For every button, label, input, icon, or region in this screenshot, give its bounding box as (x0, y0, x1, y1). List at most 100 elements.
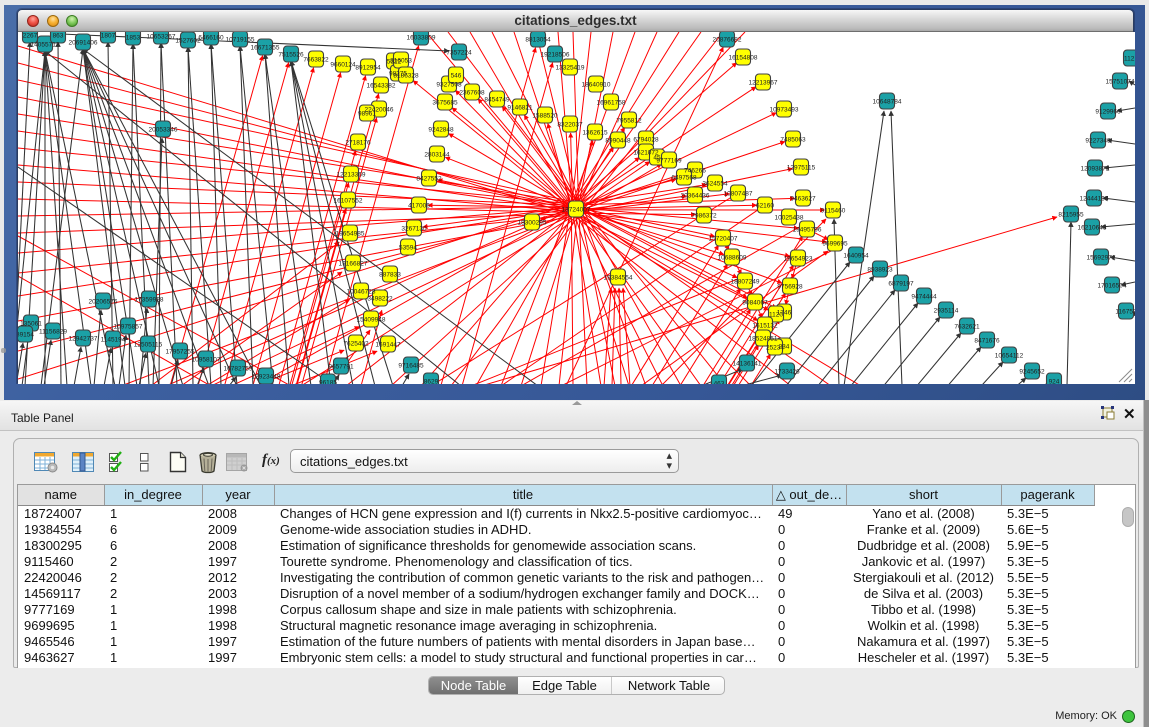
svg-text:3675685: 3675685 (432, 100, 458, 107)
svg-text:19384554: 19384554 (604, 275, 633, 282)
svg-text:1691447: 1691447 (375, 342, 401, 349)
svg-text:7357224: 7357224 (446, 50, 472, 57)
svg-text:18807249: 18807249 (731, 279, 760, 286)
svg-text:8322037: 8322037 (557, 122, 583, 129)
svg-text:10719155: 10719155 (226, 37, 255, 44)
svg-text:12505115: 12505115 (134, 342, 163, 349)
svg-text:19166827: 19166827 (339, 261, 368, 268)
svg-text:17016504: 17016504 (1098, 283, 1127, 290)
svg-text:16671355: 16671355 (251, 45, 280, 52)
svg-text:39154: 39154 (18, 332, 34, 339)
svg-text:9129966: 9129966 (1095, 109, 1121, 116)
svg-text:8186328: 8186328 (393, 73, 419, 80)
svg-text:16210643: 16210643 (1078, 225, 1107, 232)
svg-text:8938923: 8938923 (867, 267, 893, 274)
svg-text:7663822: 7663822 (303, 57, 329, 64)
svg-text:16033809: 16033809 (407, 35, 436, 42)
svg-text:6794028: 6794028 (633, 137, 659, 144)
svg-text:10688609: 10688609 (718, 255, 747, 262)
svg-text:9242848: 9242848 (428, 127, 454, 134)
svg-text:10648784: 10648784 (873, 99, 902, 106)
svg-text:16107552: 16107552 (334, 198, 363, 205)
svg-text:116753: 116753 (1115, 309, 1135, 316)
svg-text:19654923: 19654923 (784, 256, 813, 263)
svg-text:417006: 417006 (408, 203, 430, 210)
svg-text:96185: 96185 (319, 380, 337, 385)
svg-text:10654112: 10654112 (995, 353, 1024, 360)
svg-text:546: 546 (451, 73, 462, 80)
svg-text:15692971: 15692971 (1087, 255, 1116, 262)
svg-text:8427552: 8427552 (416, 176, 442, 183)
svg-text:9474444: 9474444 (911, 294, 937, 301)
svg-text:816053: 816053 (390, 58, 412, 65)
svg-text:25234: 25234 (766, 345, 784, 352)
svg-text:9657791: 9657791 (328, 364, 354, 371)
svg-text:14055712: 14055712 (31, 42, 60, 49)
svg-text:20206576: 20206576 (89, 299, 118, 306)
svg-text:12923448: 12923448 (252, 374, 281, 381)
svg-text:9146821: 9146821 (507, 105, 533, 112)
svg-text:7986372: 7986372 (691, 213, 717, 220)
svg-text:1733426: 1733426 (774, 369, 800, 376)
svg-text:8215955: 8215955 (1058, 212, 1084, 219)
svg-text:19218506: 19218506 (541, 52, 570, 59)
svg-text:9777169: 9777169 (656, 158, 682, 165)
svg-text:18640910: 18640910 (582, 82, 611, 89)
svg-text:10025438: 10025438 (775, 215, 804, 222)
svg-text:17957255: 17957255 (166, 349, 195, 356)
svg-text:9084067: 9084067 (742, 300, 768, 307)
svg-text:15720407: 15720407 (709, 236, 738, 243)
svg-text:12213967: 12213967 (749, 80, 778, 87)
svg-text:8912954: 8912954 (355, 65, 381, 72)
svg-text:3267130: 3267130 (401, 226, 427, 233)
svg-text:12444195: 12444195 (1080, 196, 1109, 203)
svg-text:10973493: 10973493 (770, 107, 799, 114)
svg-text:6879197: 6879197 (888, 281, 914, 288)
svg-text:13325419: 13325419 (556, 65, 585, 72)
svg-text:9463627: 9463627 (790, 196, 816, 203)
svg-text:1145194: 1145194 (101, 337, 126, 344)
svg-text:20691406: 20691406 (69, 40, 98, 47)
svg-text:8813054: 8813054 (525, 37, 551, 44)
svg-text:12942737: 12942737 (69, 336, 98, 343)
svg-text:463: 463 (714, 381, 725, 385)
svg-text:2267: 2267 (23, 33, 38, 40)
svg-text:8629: 8629 (424, 379, 439, 385)
svg-text:7632621: 7632621 (954, 324, 980, 331)
svg-text:7625402: 7625402 (343, 341, 369, 348)
svg-text:20053346: 20053346 (149, 127, 178, 134)
svg-text:746266: 746266 (684, 168, 706, 175)
svg-text:7515526: 7515526 (278, 52, 304, 59)
svg-text:2935114: 2935114 (934, 308, 959, 315)
svg-text:1120: 1120 (769, 312, 783, 319)
svg-text:1640954: 1640954 (843, 253, 869, 260)
svg-text:20876682: 20876682 (713, 37, 742, 44)
svg-text:6466160: 6466160 (198, 35, 224, 42)
svg-text:16961758: 16961758 (597, 100, 626, 107)
svg-text:1615132: 1615132 (752, 323, 778, 330)
svg-text:9756928: 9756928 (777, 284, 803, 291)
svg-text:7955812: 7955812 (616, 118, 642, 125)
svg-text:16154808: 16154808 (729, 55, 758, 62)
svg-text:10653267: 10653267 (147, 34, 176, 41)
svg-text:1121: 1121 (1124, 56, 1135, 63)
svg-text:135061: 135061 (20, 321, 42, 328)
svg-text:9227343: 9227343 (1085, 138, 1111, 145)
svg-text:15409948: 15409948 (357, 317, 386, 324)
svg-text:3498222: 3498222 (367, 296, 393, 303)
svg-text:10975857: 10975857 (114, 324, 143, 331)
svg-text:1527602: 1527602 (175, 38, 201, 45)
svg-text:2718176: 2718176 (345, 140, 371, 147)
svg-text:14136141: 14136141 (733, 361, 762, 368)
svg-text:863: 863 (53, 33, 64, 40)
svg-text:9660124: 9660124 (330, 62, 356, 69)
svg-text:7485063: 7485063 (780, 137, 806, 144)
svg-text:12975115: 12975115 (787, 165, 816, 172)
svg-text:10807487: 10807487 (724, 191, 753, 198)
svg-text:11156829: 11156829 (39, 329, 67, 336)
svg-text:18300295: 18300295 (518, 220, 547, 227)
svg-text:15751074: 15751074 (1106, 79, 1135, 86)
svg-text:8454749: 8454749 (484, 97, 510, 104)
svg-text:53594: 53594 (399, 245, 417, 252)
svg-text:1362615: 1362615 (582, 130, 608, 137)
